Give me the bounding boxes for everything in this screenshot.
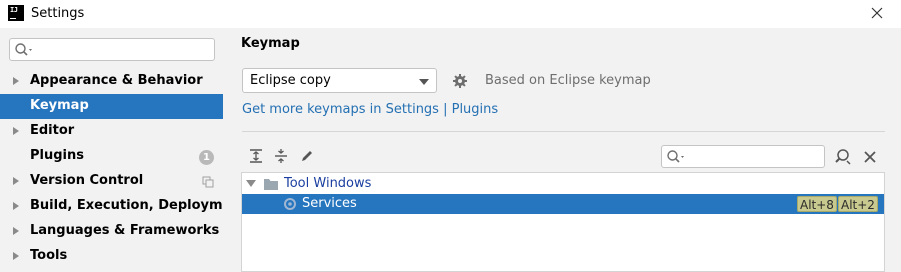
expand-arrow-icon xyxy=(13,227,19,235)
expand-arrow-icon xyxy=(13,202,19,210)
sidebar-item-plugins[interactable]: Plugins 1 xyxy=(0,144,223,169)
sidebar-item-label: Plugins xyxy=(30,148,84,163)
sidebar-item-editor[interactable]: Editor xyxy=(0,119,223,144)
close-icon[interactable] xyxy=(863,150,877,164)
keymap-select[interactable]: Eclipse copy xyxy=(242,68,437,93)
sidebar-item-label: Languages & Frameworks xyxy=(30,223,220,238)
title-bar: IJ Settings xyxy=(0,0,901,28)
sidebar-item-build-execution-deployment[interactable]: Build, Execution, Deployment xyxy=(0,194,247,219)
page-title: Keymap xyxy=(241,36,300,51)
separator xyxy=(242,131,885,132)
tree-row-services[interactable]: Services Alt+8 Alt+2 xyxy=(242,194,884,214)
gear-icon[interactable] xyxy=(452,73,468,89)
search-icon xyxy=(15,43,32,56)
services-icon xyxy=(284,198,296,210)
collapse-all-icon[interactable] xyxy=(272,148,290,164)
sidebar-item-keymap[interactable]: Keymap xyxy=(0,94,223,119)
shortcut-badge: Alt+2 xyxy=(838,196,878,212)
sidebar-item-tools[interactable]: Tools xyxy=(0,244,223,269)
collapse-arrow-icon xyxy=(246,180,256,187)
app-logo-text: IJ xyxy=(10,6,18,14)
sidebar-item-label: Build, Execution, Deployment xyxy=(30,198,247,213)
search-icon xyxy=(667,150,684,163)
shortcut-badge: Alt+8 xyxy=(797,196,837,212)
find-shortcut-icon[interactable] xyxy=(834,148,852,166)
expand-arrow-icon xyxy=(13,177,19,185)
pencil-icon[interactable] xyxy=(298,148,316,164)
sidebar-item-label: Keymap xyxy=(30,98,89,113)
expand-all-icon[interactable] xyxy=(247,148,265,164)
folder-icon xyxy=(264,179,278,190)
shortcut-search-input[interactable] xyxy=(661,145,825,168)
expand-arrow-icon xyxy=(13,127,19,135)
keymap-panel: Keymap Eclipse copy Based on Eclipse key… xyxy=(223,28,901,272)
plugins-update-badge: 1 xyxy=(199,150,214,165)
sidebar-item-label: Tools xyxy=(30,248,68,263)
tree-row-label: Services xyxy=(302,196,357,211)
expand-arrow-icon xyxy=(13,77,19,85)
sidebar-search-input[interactable] xyxy=(9,38,215,61)
sidebar-item-version-control[interactable]: Version Control xyxy=(0,169,223,194)
sidebar-item-label: Version Control xyxy=(30,173,144,188)
chevron-down-icon xyxy=(419,79,429,85)
window-title: Settings xyxy=(31,6,85,21)
sidebar-item-label: Appearance & Behavior xyxy=(30,73,203,88)
keymap-select-value: Eclipse copy xyxy=(250,73,331,88)
sidebar-item-appearance-behavior[interactable]: Appearance & Behavior xyxy=(0,69,223,94)
app-logo-icon: IJ xyxy=(8,5,24,21)
expand-arrow-icon xyxy=(13,252,19,260)
actions-tree[interactable]: Tool Windows Services Alt+8 Alt+2 xyxy=(241,172,885,272)
tree-row-label: Tool Windows xyxy=(284,176,372,191)
tree-row-tool-windows[interactable]: Tool Windows xyxy=(242,174,884,194)
get-more-keymaps-link[interactable]: Get more keymaps in Settings | Plugins xyxy=(242,102,498,117)
settings-sidebar: Appearance & Behavior Keymap Editor Plug… xyxy=(0,28,247,272)
copy-icon xyxy=(202,176,214,188)
close-icon xyxy=(871,7,883,19)
based-on-text: Based on Eclipse keymap xyxy=(485,73,651,88)
window-close-button[interactable] xyxy=(866,4,888,24)
sidebar-item-label: Editor xyxy=(30,123,75,138)
sidebar-item-languages-frameworks[interactable]: Languages & Frameworks xyxy=(0,219,223,244)
